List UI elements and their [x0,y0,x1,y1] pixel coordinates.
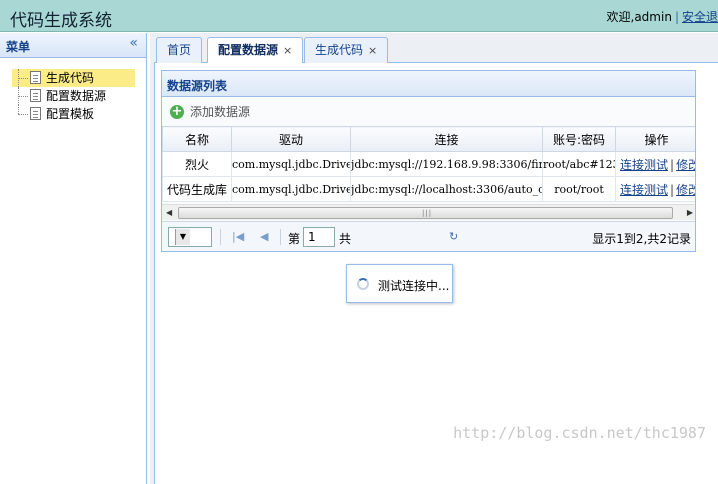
add-green-plus-icon: + [170,104,184,119]
panel-toolbar: + 添加数据源 [162,98,695,124]
menu-item-label: 配置数据源 [46,89,107,103]
loading-mask-message: 测试连接中... [346,264,453,303]
column-header-account[interactable]: 账号:密码 [542,126,616,152]
tab-generate-code[interactable]: 生成代码 × [304,37,389,63]
panel-title: 数据源列表 [167,79,228,93]
first-page-icon[interactable]: |◀ [232,230,244,243]
tab-home[interactable]: 首页 [156,37,203,63]
total-pages-label: 共 [339,232,352,246]
tab-label: 配置数据源 [218,43,279,57]
ops-separator: | [670,157,675,172]
cell-url: jdbc:mysql://192.168.9.98:3306/fire [350,151,543,177]
cell-ops: 连接测试|修改 [615,176,695,202]
column-header-driver[interactable]: 驱动 [231,126,351,152]
cell-ops: 连接测试|修改 [615,151,695,177]
column-header-ops[interactable]: 操作 [615,126,695,152]
table-row[interactable]: 代码生成库 com.mysql.jdbc.Driver jdbc:mysql:/… [162,176,695,202]
datasource-table: 名称 驱动 连接 账号:密码 操作 烈火 com.mysql.jdbc.Driv… [162,126,695,202]
scroll-left-arrow-icon[interactable]: ◀ [166,208,172,217]
edit-link[interactable]: 修改 [676,158,695,172]
add-datasource-button[interactable]: + 添加数据源 [170,103,250,121]
refresh-icon[interactable]: ↻ [449,230,458,243]
dropdown-arrow-icon: ▼ [175,229,190,245]
close-icon[interactable]: × [283,44,292,57]
document-icon [30,71,41,84]
app-title: 代码生成系统 [10,11,112,31]
top-header: 代码生成系统 欢迎,admin | 安全退 [0,0,718,32]
test-connection-link[interactable]: 连接测试 [620,183,668,197]
tab-label: 生成代码 [315,43,364,57]
document-icon [30,89,41,102]
tab-content: 数据源列表 + 添加数据源 名称 驱动 连接 账号:密码 操作 烈火 com.m… [154,63,718,484]
collapse-double-chevron-icon[interactable]: « [129,35,138,51]
sidebar-header: 菜单 « [0,33,146,58]
main-area: 首页 配置数据源 × 生成代码 × 数据源列表 + 添加数据源 名称 驱动 连接… [150,33,718,484]
menu-item-datasource[interactable]: 配置数据源 [12,87,135,105]
prev-page-icon[interactable]: ◀ [260,230,268,243]
test-connection-link[interactable]: 连接测试 [620,158,668,172]
sidebar-menu: 菜单 « 生成代码 配置数据源 配置模板 [0,33,147,484]
welcome-text: 欢迎,admin [606,10,672,24]
tab-datasource[interactable]: 配置数据源 × [207,37,304,64]
menu-item-template[interactable]: 配置模板 [12,105,135,123]
menu-item-label: 生成代码 [46,71,95,85]
grip-icon: ||| [422,209,433,217]
cell-url: jdbc:mysql://localhost:3306/auto_code [350,176,543,202]
user-welcome-area: 欢迎,admin | 安全退 [607,8,718,25]
scroll-right-arrow-icon[interactable]: ▶ [687,208,693,217]
pagination-bar: 10 ▼ |◀ ◀ 第 1 共 ↻ 显示1到2,共2记录 [162,221,695,251]
panel-header: 数据源列表 [162,71,695,97]
pagination-info: 显示1到2,共2记录 [592,232,691,246]
table-row[interactable]: 烈火 com.mysql.jdbc.Driver jdbc:mysql://19… [162,151,695,177]
column-header-name[interactable]: 名称 [162,126,232,152]
cell-driver: com.mysql.jdbc.Driver [231,176,351,202]
table-header-row: 名称 驱动 连接 账号:密码 操作 [162,126,695,152]
edit-link[interactable]: 修改 [676,183,695,197]
close-icon[interactable]: × [368,44,377,57]
cell-driver: com.mysql.jdbc.Driver [231,151,351,177]
tab-label: 首页 [167,43,192,57]
tab-bar: 首页 配置数据源 × 生成代码 × [154,33,718,64]
cell-name: 烈火 [162,151,232,177]
cell-name: 代码生成库 [162,176,232,202]
ops-separator: | [670,182,675,197]
watermark: http://blog.csdn.net/thc1987 [453,424,706,442]
document-icon [30,107,41,120]
add-button-label: 添加数据源 [190,105,251,119]
cell-account: root/root [542,176,616,202]
column-header-url[interactable]: 连接 [350,126,543,152]
menu-item-label: 配置模板 [46,107,95,121]
menu-tree: 生成代码 配置数据源 配置模板 [12,69,135,123]
logout-link[interactable]: 安全退 [682,10,718,24]
sidebar-title: 菜单 [6,40,31,54]
page-label: 第 [288,232,301,246]
loading-text: 测试连接中... [378,279,450,293]
horizontal-scrollbar[interactable]: ◀ ||| ▶ [162,204,695,220]
cell-account: root/abc#123 [542,151,616,177]
header-separator: | [674,10,679,24]
datasource-panel: 数据源列表 + 添加数据源 名称 驱动 连接 账号:密码 操作 烈火 com.m… [161,70,696,252]
page-number-input[interactable]: 1 [303,227,335,247]
scrollbar-thumb[interactable]: ||| [178,207,673,219]
menu-item-generate-code[interactable]: 生成代码 [12,69,135,87]
spinner-icon [357,278,369,290]
page-size-select[interactable]: 10 ▼ [168,227,212,247]
